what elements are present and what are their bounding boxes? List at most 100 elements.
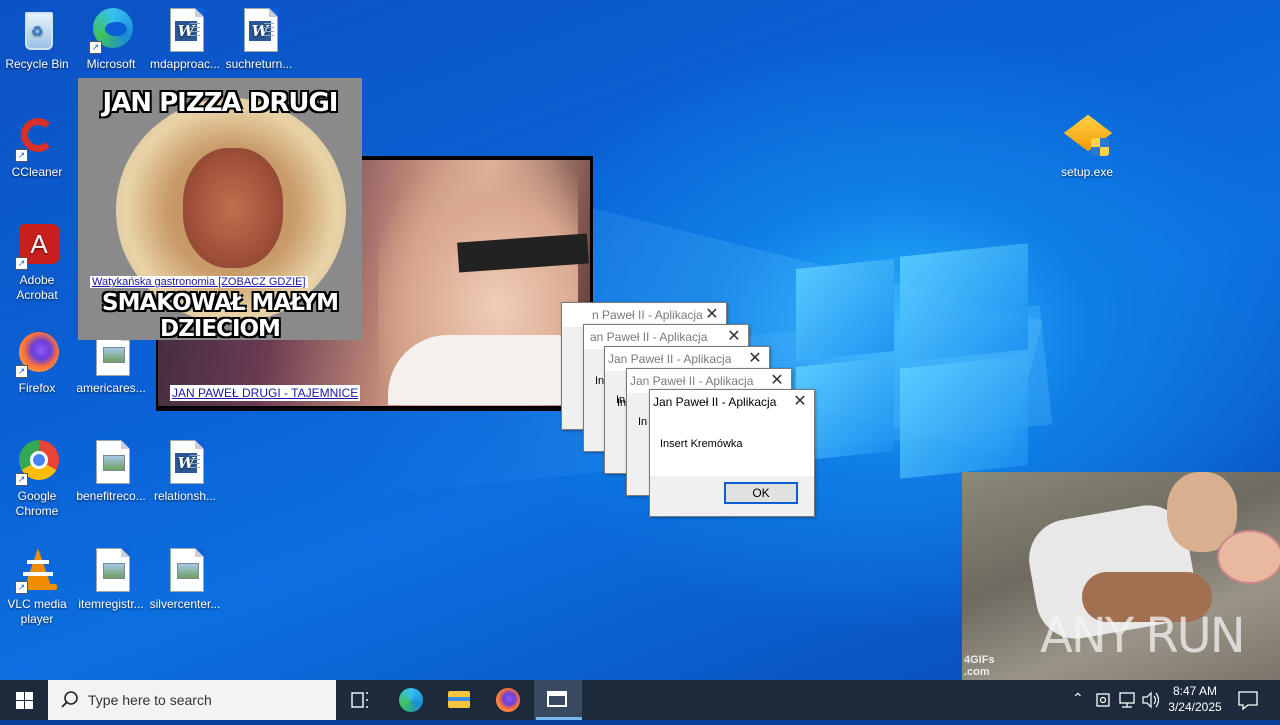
word-document-icon: W <box>161 6 209 54</box>
setup-package-icon <box>1063 114 1113 162</box>
icon-label: Recycle Bin <box>5 57 69 71</box>
icon-label: setup.exe <box>1060 165 1114 179</box>
dialog-message-partial: In <box>638 416 648 428</box>
gif-popup-window[interactable]: ANY RUN 4GIFs .com <box>962 472 1280 680</box>
close-icon[interactable]: ✕ <box>767 371 787 391</box>
gif-watermark: 4GIFs .com <box>964 654 995 678</box>
desktop-icon-google-chrome[interactable]: ↗ Google Chrome <box>0 438 74 519</box>
notification-icon <box>1238 691 1258 711</box>
desktop-icon-benefitreco[interactable]: benefitreco... <box>74 438 148 504</box>
dialog-message-partial: In <box>616 394 626 406</box>
action-center-button[interactable] <box>1234 680 1262 720</box>
dialog-titlebar[interactable]: Jan Paweł II - Aplikacja ✕ <box>650 390 814 414</box>
tray-device-button[interactable] <box>1092 680 1114 720</box>
desktop-icon-setup-exe[interactable]: setup.exe <box>1050 114 1124 180</box>
dialog-body: Insert Kremówka <box>650 414 814 476</box>
message-dialog-active[interactable]: Jan Paweł II - Aplikacja ✕ Insert Kremów… <box>649 389 815 517</box>
icon-label: itemregistr... <box>78 597 144 611</box>
shortcut-arrow-icon: ↗ <box>15 257 28 270</box>
desktop-icon-itemregistr[interactable]: itemregistr... <box>74 546 148 612</box>
shortcut-arrow-icon: ↗ <box>15 149 28 162</box>
adobe-acrobat-icon: A ↗ <box>13 222 61 270</box>
windows-logo-wallpaper <box>796 242 1028 479</box>
clock-date: 3/24/2025 <box>1168 700 1222 714</box>
icon-label: Adobe Acrobat <box>16 273 58 302</box>
start-button[interactable] <box>0 680 48 720</box>
image-file-icon <box>87 546 135 594</box>
close-icon[interactable]: ✕ <box>702 305 722 325</box>
word-document-icon: W <box>161 438 209 486</box>
firefox-icon: ↗ <box>13 330 61 378</box>
desktop-icon-edge[interactable]: ↗ Microsoft Edge <box>74 6 148 72</box>
icon-label: Google Chrome <box>15 489 59 518</box>
icon-label: benefitreco... <box>76 489 146 503</box>
dialog-title: an Paweł II - Aplikacja <box>590 330 708 344</box>
window-app-icon <box>547 691 567 707</box>
icon-label: silvercenter... <box>149 597 221 611</box>
search-icon <box>61 691 78 708</box>
shortcut-arrow-icon: ↗ <box>15 581 28 594</box>
taskbar-clock[interactable]: 8:47 AM 3/24/2025 <box>1160 683 1230 715</box>
desktop-icon-relationsh[interactable]: W relationsh... <box>148 438 222 504</box>
meme-link[interactable]: Watykańska gastronomia [ZOBACZ GDZIE] <box>90 276 308 288</box>
gif-watermark-text: 4GIFs <box>964 654 995 666</box>
desktop-icon-suchreturn[interactable]: W suchreturn... <box>222 6 296 72</box>
pizza-face-image <box>183 148 283 268</box>
network-icon <box>1119 692 1135 708</box>
icon-label: VLC media player <box>7 597 67 626</box>
chevron-up-icon: ⌃ <box>1072 690 1084 706</box>
tray-volume-button[interactable] <box>1140 680 1162 720</box>
shortcut-arrow-icon: ↗ <box>15 473 28 486</box>
image-file-icon <box>87 438 135 486</box>
video-caption-link[interactable]: JAN PAWEŁ DRUGI - TAJEMNICE <box>170 385 361 401</box>
desktop-icon-firefox[interactable]: ↗ Firefox <box>0 330 74 396</box>
dialog-title: Jan Paweł II - Aplikacja <box>630 374 754 388</box>
dialog-title: Jan Paweł II - Aplikacja <box>608 352 732 366</box>
device-icon <box>1096 693 1110 707</box>
search-placeholder: Type here to search <box>88 692 212 708</box>
taskbar-search-box[interactable]: Type here to search <box>48 680 336 720</box>
taskbar-active-app-button[interactable] <box>534 680 582 720</box>
icon-label: suchreturn... <box>225 57 293 71</box>
icon-label: relationsh... <box>153 489 217 503</box>
ok-button[interactable]: OK <box>724 482 798 504</box>
dialog-message: Insert Kremówka <box>660 438 743 450</box>
desktop-icon-silvercenter[interactable]: silvercenter... <box>148 546 222 612</box>
gif-image <box>1217 530 1280 584</box>
anyrun-watermark: ANY RUN <box>1040 608 1246 664</box>
pizza-meme-popup[interactable]: JAN PIZZA DRUGI Watykańska gastronomia [… <box>78 78 362 340</box>
desktop-icon-vlc[interactable]: ↗ VLC media player <box>0 546 74 627</box>
shortcut-arrow-icon: ↗ <box>15 365 28 378</box>
close-icon[interactable]: ✕ <box>724 327 744 347</box>
dialog-message-partial: In <box>595 375 605 387</box>
desktop-icon-adobe-acrobat[interactable]: A ↗ Adobe Acrobat <box>0 222 74 303</box>
icon-label: americares... <box>76 381 146 395</box>
taskbar-firefox-button[interactable] <box>487 680 529 720</box>
desktop: ♻ Recycle Bin ↗ Microsoft Edge W mdappro… <box>0 0 1280 680</box>
chrome-icon: ↗ <box>13 438 61 486</box>
volume-icon <box>1142 691 1160 709</box>
close-icon[interactable]: ✕ <box>745 349 765 369</box>
desktop-icon-recycle-bin[interactable]: ♻ Recycle Bin <box>0 6 74 72</box>
recycle-bin-icon: ♻ <box>13 6 61 54</box>
meme-title: JAN PIZZA DRUGI <box>102 88 339 118</box>
meme-bottom-text: SMAKOWAŁ MAŁYM DZIECIOM <box>102 290 339 340</box>
dialog-title: n Paweł II - Aplikacja <box>592 308 703 322</box>
shortcut-arrow-icon: ↗ <box>89 41 102 54</box>
folder-icon <box>448 691 470 708</box>
icon-label: mdapproac... <box>149 57 221 71</box>
word-document-icon: W <box>235 6 283 54</box>
taskbar-file-explorer-button[interactable] <box>438 680 480 720</box>
taskbar-edge-button[interactable] <box>390 680 432 720</box>
gif-watermark-text: .com <box>964 666 990 678</box>
close-icon[interactable]: ✕ <box>790 392 810 412</box>
desktop-icon-mdapproac[interactable]: W mdapproac... <box>148 6 222 72</box>
task-view-button[interactable] <box>340 680 380 720</box>
dialog-title: Jan Paweł II - Aplikacja <box>653 395 777 409</box>
desktop-icon-ccleaner[interactable]: ↗ CCleaner <box>0 114 74 180</box>
show-hidden-icons-button[interactable]: ⌃ <box>1068 680 1088 720</box>
edge-icon <box>399 688 423 712</box>
icon-label: CCleaner <box>11 165 63 179</box>
tray-network-button[interactable] <box>1116 680 1138 720</box>
image-file-icon <box>161 546 209 594</box>
